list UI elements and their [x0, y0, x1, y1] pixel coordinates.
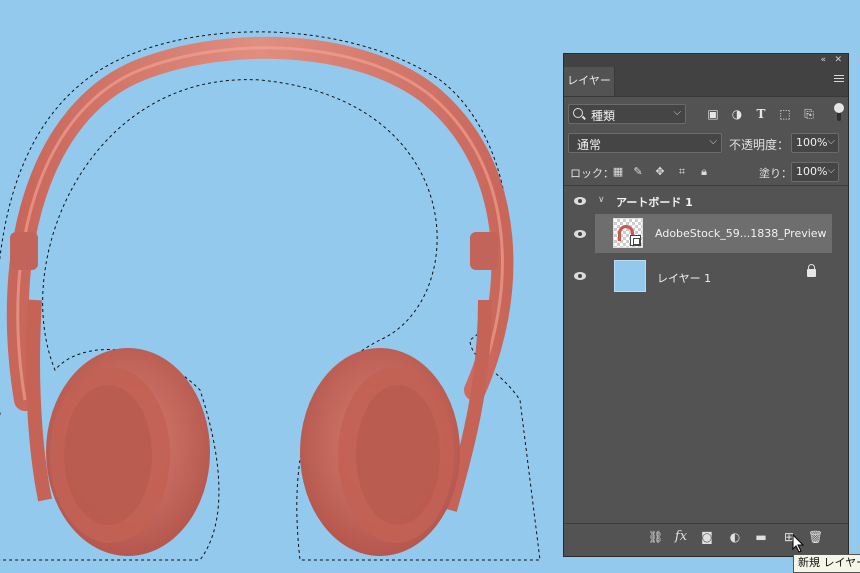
blend-mode-select[interactable]: 通常 ⌵ [568, 133, 722, 153]
folder-icon[interactable]: ▬ [754, 530, 768, 544]
layer-row-layer-1[interactable]: レイヤー 1 [564, 257, 848, 295]
opacity-value: 100% [796, 136, 828, 149]
blend-mode-value: 通常 [577, 138, 602, 152]
search-icon [573, 108, 583, 118]
lock-position-icon[interactable]: ✥ [654, 166, 666, 178]
link-layers-icon[interactable]: ⛓ [648, 530, 663, 544]
layer-name: アートボード 1 [616, 196, 693, 209]
blend-row: 通常 ⌵ 不透明度： 100% ⌵ [564, 131, 848, 157]
tooltip: 新規 レイヤー [793, 554, 860, 573]
chevron-down-icon[interactable]: ∨ [598, 195, 605, 205]
tab-layers[interactable]: レイヤー [564, 67, 615, 96]
lock-transparency-icon[interactable]: ▦ [612, 166, 624, 178]
layer-name: AdobeStock_59...1838_Preview [655, 227, 827, 240]
eye-icon[interactable] [574, 272, 586, 280]
image-filter-icon[interactable]: ▣ [706, 107, 720, 121]
eye-icon[interactable] [574, 230, 586, 238]
layer-name: レイヤー 1 [657, 272, 712, 285]
filter-toggle-icon[interactable] [834, 103, 844, 123]
fx-icon[interactable]: fx [674, 530, 688, 544]
layers-panel: « ✕ レイヤー 種類 ⌵ ▣ ◑ T ⬚ ⎘ 通常 ⌵ 不透明度： 100% … [563, 53, 849, 557]
add-mask-icon[interactable]: ◙ [700, 530, 714, 544]
opacity-field[interactable]: 100% ⌵ [791, 133, 839, 153]
chevron-down-icon: ⌵ [709, 136, 717, 147]
adjustment-filter-icon[interactable]: ◑ [730, 107, 744, 121]
collapse-icon[interactable]: « [820, 54, 826, 66]
panel-tabbar: レイヤー [564, 66, 848, 97]
chevron-down-icon: ⌵ [827, 165, 835, 176]
chevron-down-icon: ⌵ [673, 107, 681, 118]
type-filter-icon[interactable]: T [754, 107, 768, 121]
layer-thumbnail[interactable] [614, 260, 646, 292]
layer-row-artboard[interactable]: ∨ アートボード 1 [564, 190, 848, 212]
shape-filter-icon[interactable]: ⬚ [778, 107, 792, 121]
filter-kind-label: 種類 [591, 109, 616, 123]
lock-all-icon[interactable]: 🔒︎ [698, 166, 710, 178]
smart-object-badge-icon [630, 235, 641, 246]
close-icon[interactable]: ✕ [834, 54, 842, 66]
trash-icon[interactable]: 🗑︎ [808, 530, 823, 544]
lock-row: ロック： ▦ ✎ ✥ ⌗ 🔒︎ 塗り： 100% ⌵ [564, 159, 848, 186]
fill-label: 塗り： [759, 167, 792, 180]
panel-titlebar[interactable]: « ✕ [564, 54, 848, 66]
lock-label: ロック： [570, 167, 614, 180]
chevron-down-icon: ⌵ [827, 136, 835, 147]
filter-row: 種類 ⌵ ▣ ◑ T ⬚ ⎘ [564, 102, 848, 128]
opacity-label: 不透明度： [729, 138, 790, 152]
eye-icon[interactable] [574, 197, 586, 205]
lock-artboard-icon[interactable]: ⌗ [676, 166, 688, 178]
layer-row-smart-object[interactable]: AdobeStock_59...1838_Preview [564, 214, 848, 253]
panel-menu-icon[interactable] [834, 75, 844, 84]
adjustment-layer-icon[interactable]: ◐ [728, 530, 742, 544]
fill-value: 100% [796, 165, 828, 178]
smart-object-filter-icon[interactable]: ⎘ [802, 107, 816, 121]
lock-icon[interactable] [807, 264, 816, 277]
layer-kind-filter[interactable]: 種類 ⌵ [568, 104, 686, 124]
fill-field[interactable]: 100% ⌵ [791, 162, 839, 182]
lock-image-icon[interactable]: ✎ [632, 166, 644, 178]
cursor-icon [792, 534, 805, 553]
